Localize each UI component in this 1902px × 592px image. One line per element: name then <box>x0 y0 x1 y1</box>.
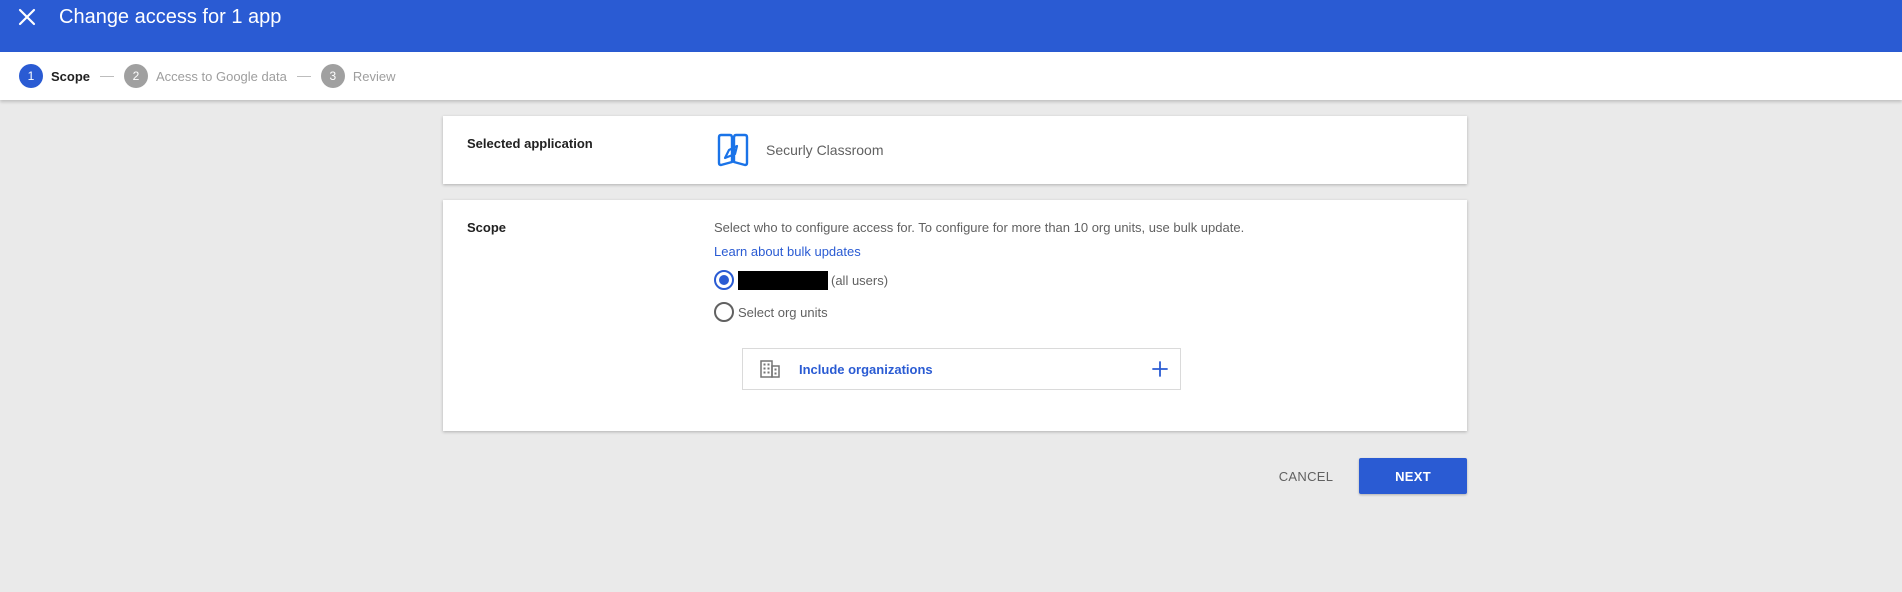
close-icon[interactable] <box>14 4 40 30</box>
step-review[interactable]: 3 Review <box>320 64 396 88</box>
securly-logo-icon <box>715 132 751 168</box>
all-users-label: (all users) <box>831 272 889 288</box>
radio-button-unchecked[interactable] <box>714 302 734 322</box>
step-divider <box>296 75 311 77</box>
radio-button-checked[interactable] <box>714 270 734 290</box>
plus-icon[interactable] <box>1152 361 1168 377</box>
selected-application-card: Selected application Securly Classroom <box>443 116 1467 184</box>
step-access-to-google-data[interactable]: 2 Access to Google data <box>124 64 287 88</box>
building-icon <box>760 360 780 378</box>
cancel-button[interactable]: CANCEL <box>1268 458 1344 494</box>
selected-application-label: Selected application <box>467 136 593 151</box>
scope-label: Scope <box>467 220 507 235</box>
radio-all-users[interactable]: (all users) <box>714 270 888 290</box>
step-label: Access to Google data <box>156 68 287 84</box>
redacted-org-name <box>738 270 828 290</box>
step-number: 1 <box>19 64 43 88</box>
include-organizations-button[interactable]: Include organizations <box>742 348 1181 390</box>
select-org-units-label: Select org units <box>738 304 828 320</box>
step-scope[interactable]: 1 Scope <box>19 64 90 88</box>
step-label: Scope <box>51 68 91 84</box>
page-title: Change access for 1 app <box>59 6 282 28</box>
include-organizations-label: Include organizations <box>799 362 933 377</box>
app-name: Securly Classroom <box>766 142 884 158</box>
step-divider <box>100 75 115 77</box>
step-number: 2 <box>124 64 149 88</box>
step-number: 3 <box>320 64 345 88</box>
top-app-bar: Change access for 1 app <box>0 0 1902 52</box>
learn-about-bulk-updates-link[interactable]: Learn about bulk updates <box>714 244 861 259</box>
scope-card: Scope Select who to configure access for… <box>443 200 1467 431</box>
stepper: 1 Scope 2 Access to Google data 3 Review <box>0 52 1902 100</box>
radio-select-org-units[interactable]: Select org units <box>714 302 828 322</box>
step-label: Review <box>352 68 396 84</box>
scope-description: Select who to configure access for. To c… <box>714 220 1245 235</box>
next-button[interactable]: NEXT <box>1359 458 1467 494</box>
